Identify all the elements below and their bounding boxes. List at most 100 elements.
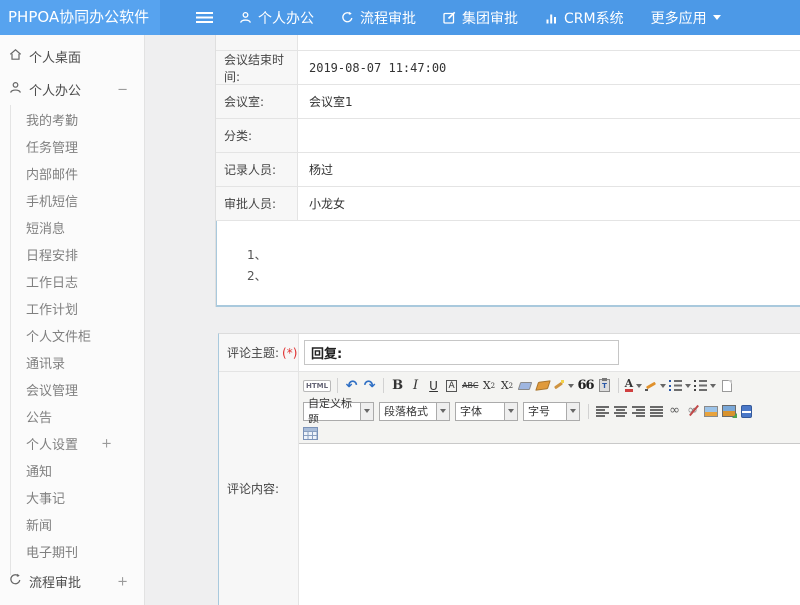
collapse-toggle[interactable]: − [117,82,128,97]
blockquote-button[interactable]: 66 [577,377,593,395]
x-label: X [501,379,509,392]
sidebar-item-workflow-approval[interactable]: 流程审批 + [0,565,144,598]
nav-label: CRM系统 [564,8,624,28]
insert-image-icon[interactable] [703,402,718,420]
caret-down-icon[interactable] [436,402,450,421]
undo-icon[interactable]: ↶ [344,377,359,395]
bold-button[interactable]: B [390,377,405,395]
table-row: 会议室: 会议室1 [216,85,800,119]
remove-link-icon[interactable] [685,402,700,420]
sidebar-item-schedule[interactable]: 日程安排 [0,241,144,268]
ordered-list-icon[interactable] [669,377,691,395]
sidebar-item-personal-files[interactable]: 个人文件柜 [0,322,144,349]
row-value [298,119,800,152]
sidebar-item-label: 公告 [26,407,52,426]
person-icon [9,81,22,98]
editor-toolbar-row-2: 自定义标题 段落格式 字体 [299,399,800,423]
sidebar-item-work-log[interactable]: 工作日志 [0,268,144,295]
sidebar-item-label: 短消息 [26,218,65,237]
underline-button[interactable]: U [426,377,441,395]
heading-select[interactable]: 自定义标题 [303,402,374,421]
caret-down-icon[interactable] [504,402,518,421]
insert-link-icon[interactable] [667,402,682,420]
align-left-icon[interactable] [595,402,610,420]
home-icon [9,48,22,65]
hamburger-menu-icon[interactable] [196,12,213,23]
nav-label: 集团审批 [462,8,518,28]
sidebar-item-announcement[interactable]: 公告 [0,403,144,430]
caret-down-icon [685,384,691,388]
comment-content-row: 评论内容: HTML ↶ ↷ B I U A [219,372,800,605]
font-size-select[interactable]: 字号 [523,402,580,421]
row-value: 会议室1 [298,85,800,118]
table-row: 分类: [216,119,800,153]
sidebar-item-meeting-management[interactable]: 会议管理 [0,376,144,403]
sidebar-item-contacts[interactable]: 通讯录 [0,349,144,376]
sidebar-item-big-events[interactable]: 大事记 [0,484,144,511]
sidebar-item-internal-mail[interactable]: 内部邮件 [0,160,144,187]
comment-content-editarea[interactable] [299,444,800,605]
border-text-button[interactable]: A [444,377,459,395]
rich-text-editor: HTML ↶ ↷ B I U A ABC X2 X2 [299,372,800,605]
unordered-list-icon[interactable] [694,377,716,395]
caret-down-icon[interactable] [566,402,580,421]
row-value: 杨过 [298,153,800,186]
sidebar-item-personal-settings[interactable]: 个人设置 + [0,430,144,457]
caret-down-icon[interactable] [360,402,374,421]
sidebar-item-short-message[interactable]: 短消息 [0,214,144,241]
sidebar-item-news[interactable]: 新闻 [0,511,144,538]
row-label: 分类: [216,119,298,152]
insert-media-icon[interactable] [739,402,754,420]
toolbar-separator [618,378,619,393]
quick-format-icon[interactable] [553,377,574,395]
size-select-value: 字号 [523,402,567,421]
align-justify-icon[interactable] [649,402,664,420]
process-arrow-icon [341,11,354,24]
sidebar-item-personal-office[interactable]: 个人办公 − [0,73,144,106]
align-center-icon[interactable] [613,402,628,420]
bar-chart-icon [545,12,558,24]
nav-crm-system[interactable]: CRM系统 [545,8,624,28]
sidebar-item-label: 内部邮件 [26,164,78,183]
table-row: 审批人员: 小龙女 [216,187,800,221]
nav-more-apps[interactable]: 更多应用 [651,8,721,28]
sidebar-item-task-management[interactable]: 任务管理 [0,133,144,160]
paragraph-format-select[interactable]: 段落格式 [379,402,450,421]
toolbar-separator [588,404,589,419]
subscript-button[interactable]: X2 [499,377,514,395]
sidebar-item-work-plan[interactable]: 工作计划 [0,295,144,322]
nav-group-approval[interactable]: 集团审批 [443,8,518,28]
sidebar-item-mobile-sms[interactable]: 手机短信 [0,187,144,214]
redo-icon[interactable]: ↷ [362,377,377,395]
nav-workflow-approval[interactable]: 流程审批 [341,8,416,28]
sidebar-item-e-journal[interactable]: 电子期刊 [0,538,144,565]
format-brush-icon[interactable] [535,377,550,395]
sidebar-item-notice[interactable]: 通知 [0,457,144,484]
font-select-value: 字体 [455,402,505,421]
align-right-icon[interactable] [631,402,646,420]
new-document-icon[interactable] [719,377,734,395]
expand-toggle[interactable]: + [117,574,128,589]
font-family-select[interactable]: 字体 [455,402,518,421]
row-value: 2019-08-07 11:47:00 [298,51,800,84]
paste-icon[interactable] [597,377,612,395]
comment-subject-input[interactable] [304,340,619,365]
eraser-icon[interactable] [517,377,532,395]
row-label: 会议室: [216,85,298,118]
strikethrough-button[interactable]: ABC [462,377,478,395]
sidebar-item-label: 工作日志 [26,272,78,291]
superscript-button[interactable]: X2 [481,377,496,395]
italic-button[interactable]: I [408,377,423,395]
sidebar-item-my-attendance[interactable]: 我的考勤 [0,106,144,133]
row-label: 评论主题: (*) [219,334,299,371]
sidebar-item-personal-desktop[interactable]: 个人桌面 [0,40,144,73]
expand-toggle[interactable]: + [101,436,112,451]
top-nav: 个人办公 流程审批 集团审批 CRM系统 更多应用 [239,8,721,28]
insert-table-icon[interactable] [303,424,318,442]
upload-image-icon[interactable] [721,402,736,420]
nav-personal-office[interactable]: 个人办公 [239,8,314,28]
html-source-button[interactable]: HTML [303,377,331,395]
highlight-color-icon[interactable] [645,377,666,395]
row-value [299,334,800,371]
font-color-button[interactable]: A [625,377,643,395]
